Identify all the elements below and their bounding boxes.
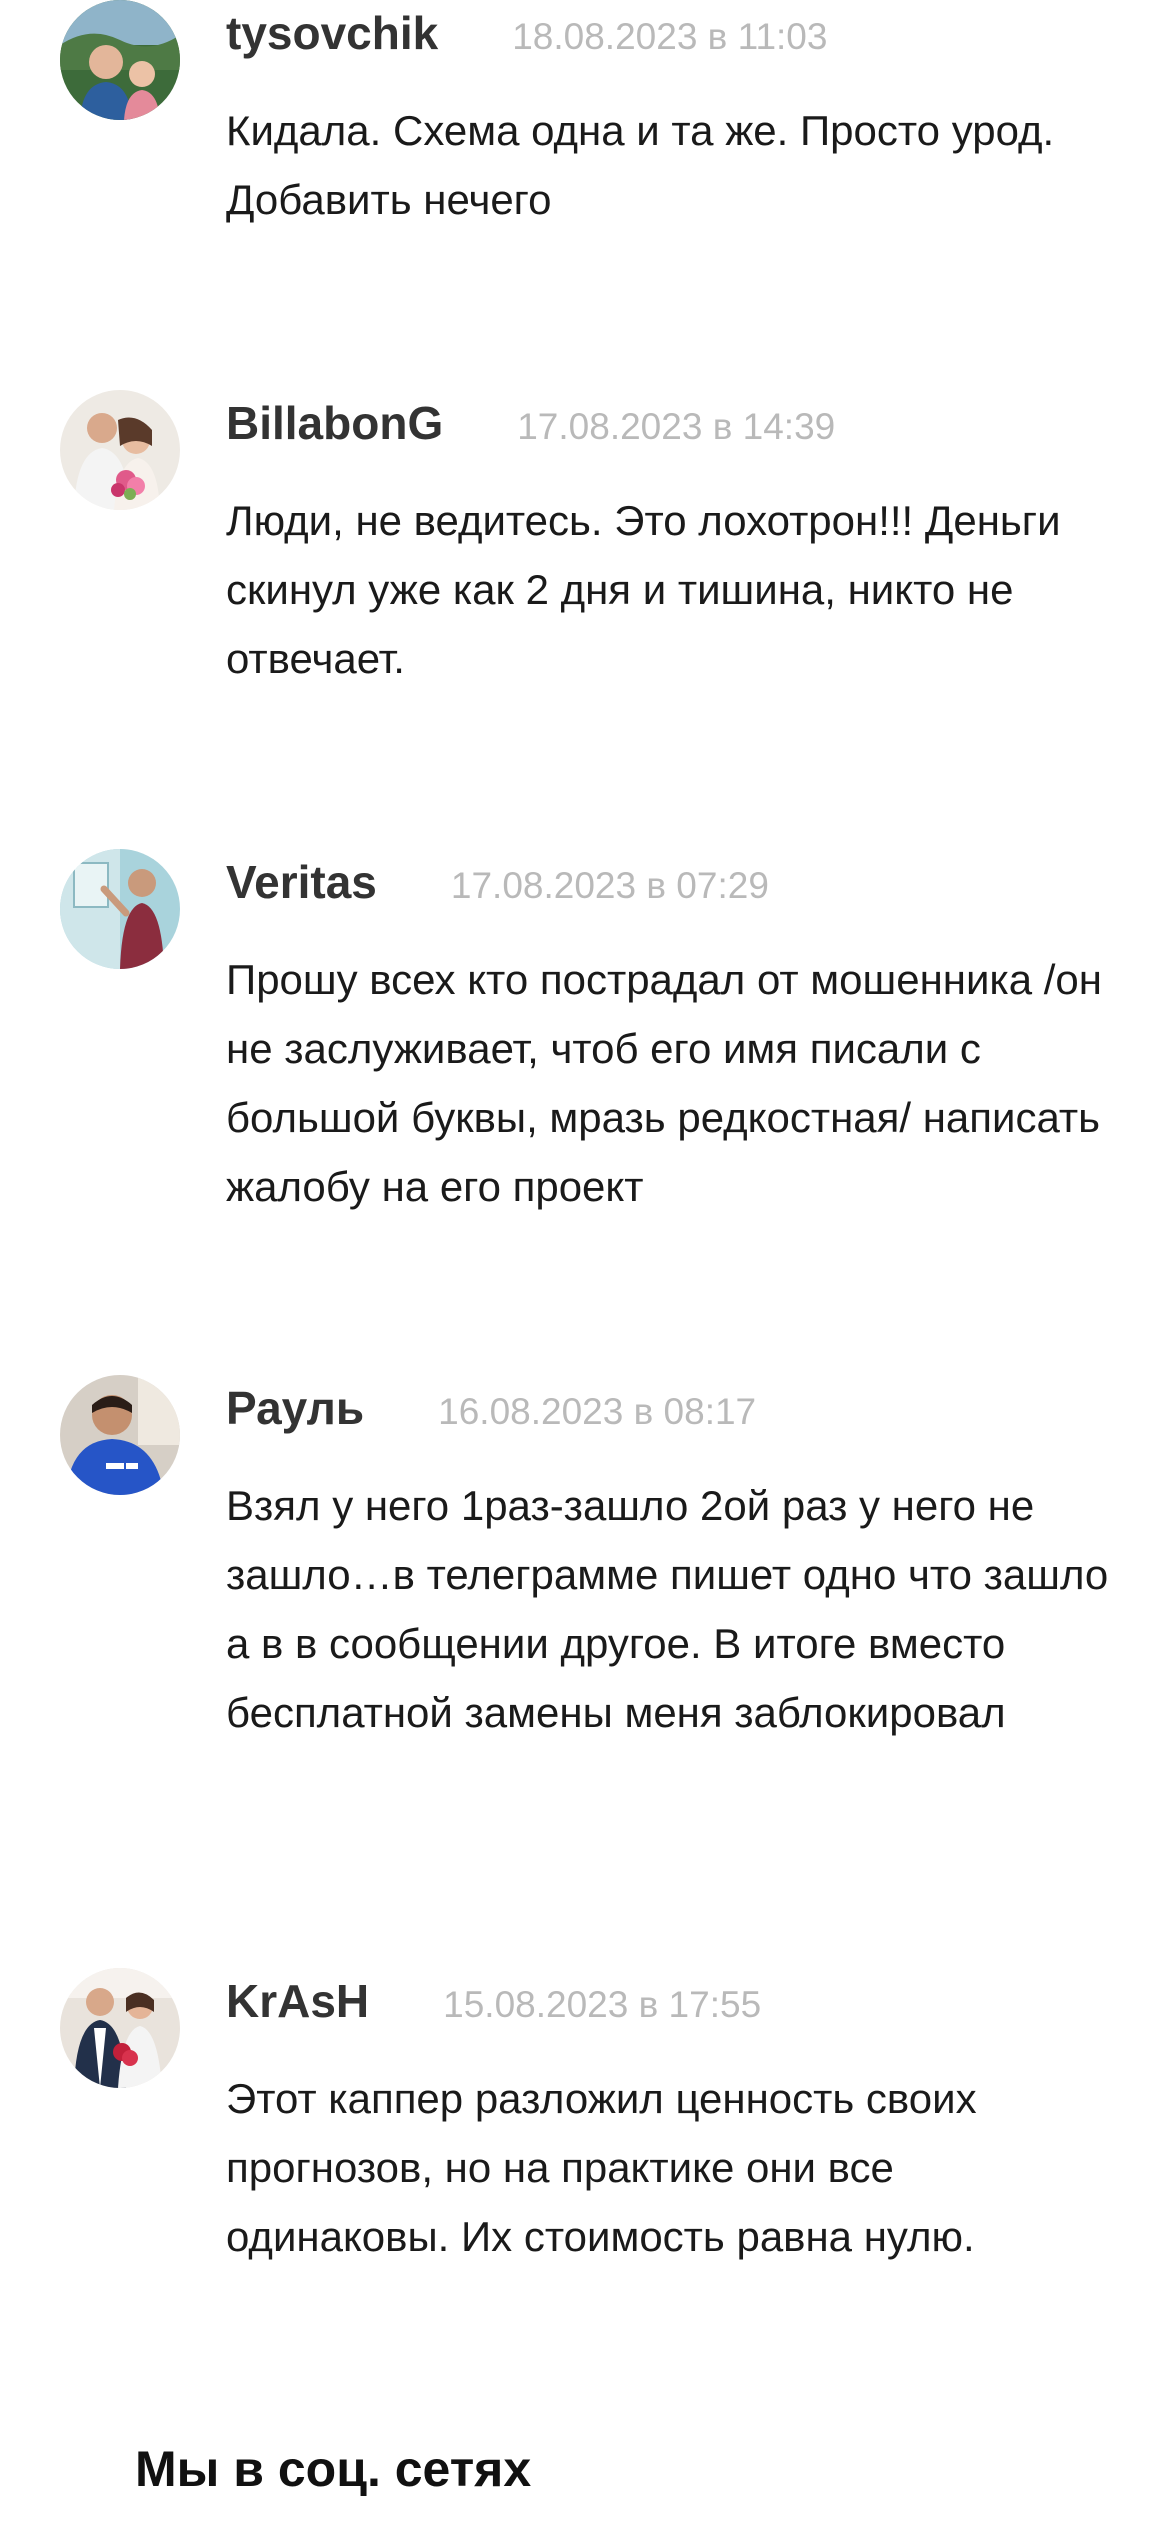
comment-date: 16.08.2023 в 08:17	[438, 1391, 757, 1432]
comment-meta: tysovchik 18.08.2023 в 11:03	[226, 6, 827, 66]
comment-text: Прошу всех кто пострадал от мошенника /о…	[226, 956, 1102, 1210]
comment-author[interactable]: Veritas	[226, 855, 377, 909]
comment-date: 18.08.2023 в 11:03	[512, 16, 828, 57]
avatar[interactable]	[60, 390, 180, 510]
comment-author[interactable]: KrAsH	[226, 1974, 369, 2028]
comment-text: Взял у него 1раз-зашло 2ой раз у него не…	[226, 1482, 1109, 1736]
comment-text: Люди, не ведитесь. Это лохотрон!!! Деньг…	[226, 497, 1061, 682]
comment-text: Кидала. Схема одна и та же. Просто урод.…	[226, 107, 1055, 223]
comment-author[interactable]: tysovchik	[226, 6, 438, 60]
comment-date: 15.08.2023 в 17:55	[443, 1984, 762, 2025]
comment-date: 17.08.2023 в 07:29	[450, 865, 769, 906]
avatar[interactable]	[60, 1968, 180, 2088]
social-section-title: Мы в соц. сетях	[135, 2441, 532, 2497]
comment-meta: Рауль 16.08.2023 в 08:17	[226, 1381, 756, 1441]
comment-date: 17.08.2023 в 14:39	[517, 406, 836, 447]
comment-author[interactable]: Рауль	[226, 1381, 364, 1435]
comment-text: Этот каппер разложил ценность своих прог…	[226, 2075, 977, 2260]
comment-meta: BillabonG 17.08.2023 в 14:39	[226, 396, 835, 456]
comment-author[interactable]: BillabonG	[226, 396, 443, 450]
avatar[interactable]	[60, 0, 180, 120]
comment-meta: KrAsH 15.08.2023 в 17:55	[226, 1974, 761, 2034]
avatar[interactable]	[60, 1375, 180, 1495]
comment-meta: Veritas 17.08.2023 в 07:29	[226, 855, 769, 915]
avatar[interactable]	[60, 849, 180, 969]
